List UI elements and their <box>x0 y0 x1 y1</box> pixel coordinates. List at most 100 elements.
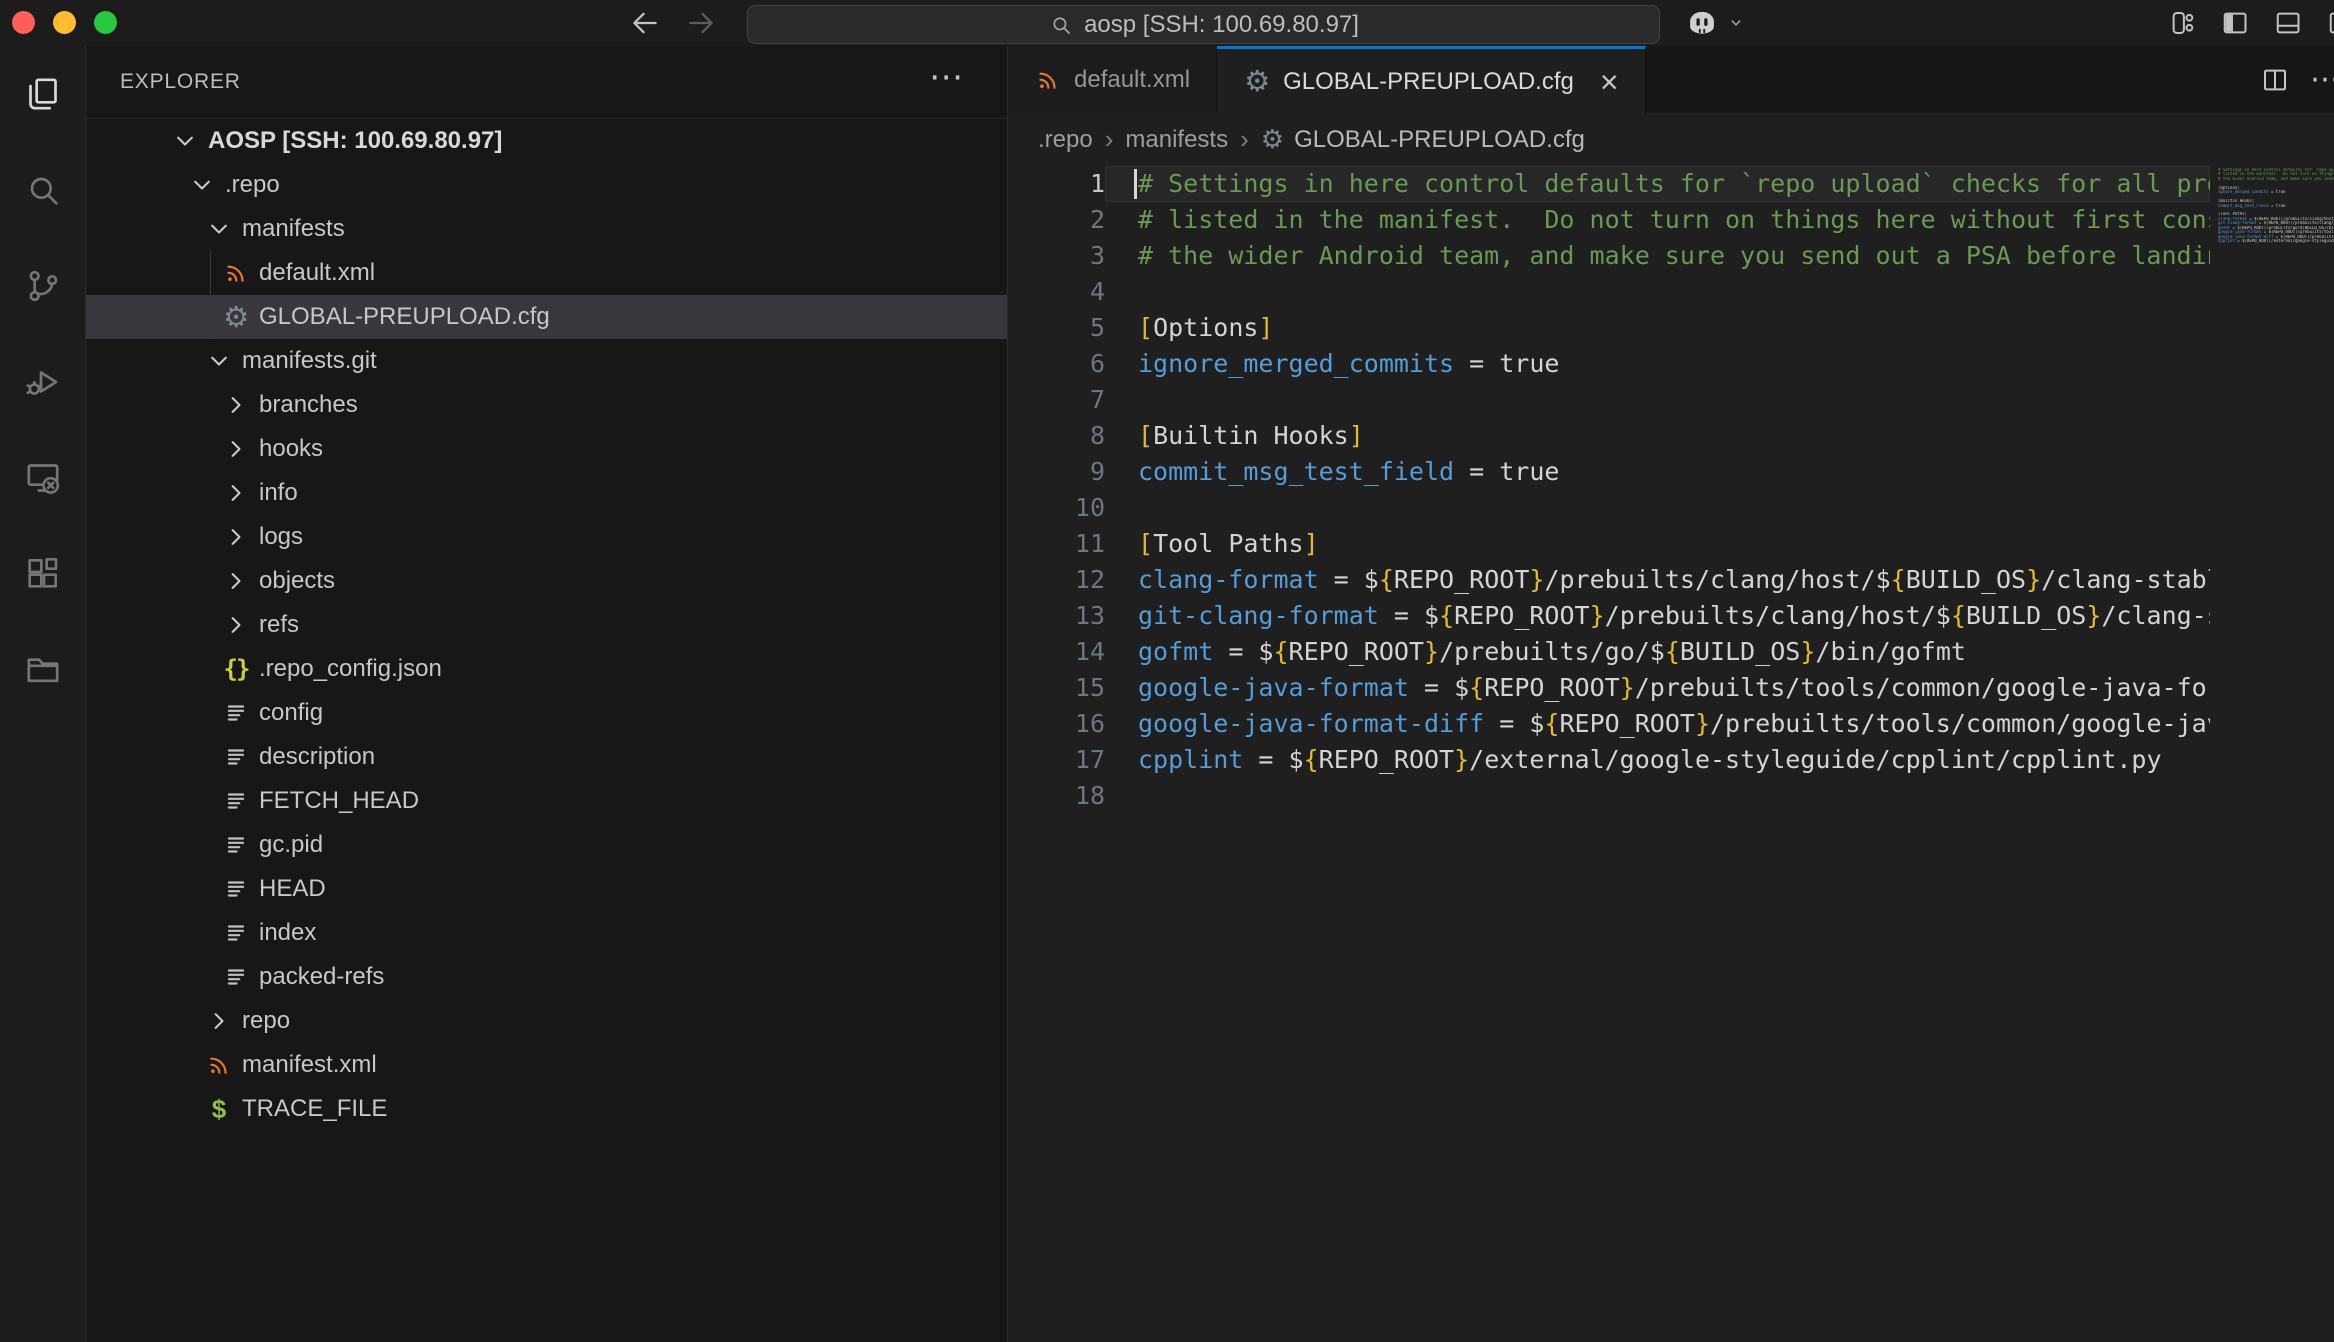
tree-item-label: repo <box>242 1007 290 1035</box>
tree-item-trace-file[interactable]: $TRACE_FILE <box>86 1087 1007 1131</box>
go-forward-button[interactable] <box>684 6 718 40</box>
code-line-text: commit_msg_test_field = true <box>1105 454 2210 490</box>
tree-item-manifest-xml[interactable]: manifest.xml <box>86 1043 1007 1087</box>
chevron-right-icon <box>221 478 251 508</box>
source-control-icon <box>23 266 63 306</box>
copilot-menu-button[interactable] <box>1683 4 1747 42</box>
panel-right-icon <box>2326 8 2334 38</box>
code-line-text: git-clang-format = ${REPO_ROOT}/prebuilt… <box>1105 598 2210 634</box>
file-lines-icon <box>221 917 251 949</box>
chevron-right-icon <box>221 522 251 552</box>
traffic-lights <box>12 11 117 34</box>
tree-item-aosp-ssh-100-69-80-97[interactable]: AOSP [SSH: 100.69.80.97] <box>86 119 1007 163</box>
split-editor-button[interactable] <box>2260 65 2290 95</box>
go-back-button[interactable] <box>628 6 662 40</box>
activity-item-run-and-debug[interactable] <box>0 334 85 430</box>
code-line-17: 17cpplint = ${REPO_ROOT}/external/google… <box>1008 742 2210 778</box>
breadcrumb: .repo›manifests›⚙GLOBAL-PREUPLOAD.cfg <box>1008 113 2334 166</box>
minimize-window-button[interactable] <box>53 11 76 34</box>
line-number: 2 <box>1008 202 1105 238</box>
zoom-window-button[interactable] <box>94 11 117 34</box>
search-icon <box>23 170 63 210</box>
line-number: 1 <box>1008 166 1105 202</box>
tree-item-label: manifest.xml <box>242 1051 377 1079</box>
line-number: 10 <box>1008 490 1105 526</box>
line-number: 17 <box>1008 742 1105 778</box>
activity-item-search[interactable] <box>0 142 85 238</box>
line-number: 16 <box>1008 706 1105 742</box>
braces-icon: {} <box>221 653 251 685</box>
tree-item-repo[interactable]: repo <box>86 999 1007 1043</box>
activity-item-remote-explorer[interactable] <box>0 430 85 526</box>
tree-item-refs[interactable]: refs <box>86 603 1007 647</box>
extensions-icon <box>23 554 63 594</box>
tree-item-head[interactable]: HEAD <box>86 867 1007 911</box>
code-editor[interactable]: 1# Settings in here control defaults for… <box>1008 166 2210 1342</box>
tree-item-repo-config-json[interactable]: {}.repo_config.json <box>86 647 1007 691</box>
activity-item-extensions[interactable] <box>0 526 85 622</box>
tree-item-repo[interactable]: .repo <box>86 163 1007 207</box>
toggle-panel-button[interactable] <box>2273 8 2303 38</box>
activity-item-explorer[interactable] <box>0 46 85 142</box>
tree-item-info[interactable]: info <box>86 471 1007 515</box>
tree-item-label: hooks <box>259 435 323 463</box>
tree-item-description[interactable]: description <box>86 735 1007 779</box>
tree-item-label: logs <box>259 523 303 551</box>
files-icon <box>23 74 63 114</box>
line-number: 7 <box>1008 382 1105 418</box>
minimap[interactable]: # Settings in here control defaults for … <box>2210 166 2334 1342</box>
code-line-text: # listed in the manifest. Do not turn on… <box>1105 202 2210 238</box>
tree-item-manifests-git[interactable]: manifests.git <box>86 339 1007 383</box>
rss-icon <box>204 1049 234 1081</box>
line-number: 9 <box>1008 454 1105 490</box>
history-nav <box>628 0 718 46</box>
code-line-11: 11[Tool Paths] <box>1008 526 2210 562</box>
tab-global-preupload-cfg[interactable]: ⚙GLOBAL-PREUPLOAD.cfg× <box>1217 46 1645 114</box>
gear-icon: ⚙ <box>221 301 251 333</box>
code-line-12: 12clang-format = ${REPO_ROOT}/prebuilts/… <box>1008 562 2210 598</box>
more-actions-button[interactable]: ⋯ <box>2310 62 2334 97</box>
tree-item-global-preupload-cfg[interactable]: ⚙GLOBAL-PREUPLOAD.cfg <box>86 295 1007 339</box>
tree-item-label: index <box>259 919 316 947</box>
command-center[interactable]: aosp [SSH: 100.69.80.97] <box>747 5 1660 44</box>
tree-item-index[interactable]: index <box>86 911 1007 955</box>
views-and-more-actions-button[interactable]: ⋯ <box>929 60 963 94</box>
tree-item-logs[interactable]: logs <box>86 515 1007 559</box>
code-line-13: 13git-clang-format = ${REPO_ROOT}/prebui… <box>1008 598 2210 634</box>
tree-item-packed-refs[interactable]: packed-refs <box>86 955 1007 999</box>
toggle-secondary-sidebar-button[interactable] <box>2326 8 2334 38</box>
tree-item-objects[interactable]: objects <box>86 559 1007 603</box>
chevron-right-icon <box>221 610 251 640</box>
tree-item-branches[interactable]: branches <box>86 383 1007 427</box>
line-number: 5 <box>1008 310 1105 346</box>
panel-bottom-icon <box>2273 8 2303 38</box>
breadcrumb-segment-global-preupload-cfg[interactable]: ⚙GLOBAL-PREUPLOAD.cfg <box>1261 126 1585 154</box>
tab-default-xml[interactable]: default.xml <box>1008 46 1217 113</box>
code-line-text <box>1105 382 2210 418</box>
tree-item-default-xml[interactable]: default.xml <box>86 251 1007 295</box>
chevron-down-icon <box>1725 12 1747 34</box>
arrow-right-icon <box>684 6 718 40</box>
breadcrumb-segment-repo[interactable]: .repo <box>1038 126 1093 154</box>
file-lines-icon <box>221 829 251 861</box>
close-window-button[interactable] <box>12 11 35 34</box>
tree-item-label: refs <box>259 611 299 639</box>
tree-item-fetch-head[interactable]: FETCH_HEAD <box>86 779 1007 823</box>
tree-item-config[interactable]: config <box>86 691 1007 735</box>
customize-layout-button[interactable] <box>2167 8 2197 38</box>
tree-item-label: default.xml <box>259 259 375 287</box>
activity-item-source-control[interactable] <box>0 238 85 334</box>
close-tab-button[interactable]: × <box>1600 66 1619 98</box>
chevron-down-icon <box>187 170 217 200</box>
tree-item-label: packed-refs <box>259 963 384 991</box>
tree-item-gc-pid[interactable]: gc.pid <box>86 823 1007 867</box>
minimap-line <box>2218 243 2334 247</box>
breadcrumb-segment-manifests[interactable]: manifests <box>1125 126 1228 154</box>
tree-item-label: HEAD <box>259 875 326 903</box>
tree-item-manifests[interactable]: manifests <box>86 207 1007 251</box>
code-line-text: [Builtin Hooks] <box>1105 418 2210 454</box>
activity-item-folder-view[interactable] <box>0 622 85 718</box>
toggle-primary-sidebar-button[interactable] <box>2220 8 2250 38</box>
file-lines-icon <box>221 873 251 905</box>
tree-item-hooks[interactable]: hooks <box>86 427 1007 471</box>
